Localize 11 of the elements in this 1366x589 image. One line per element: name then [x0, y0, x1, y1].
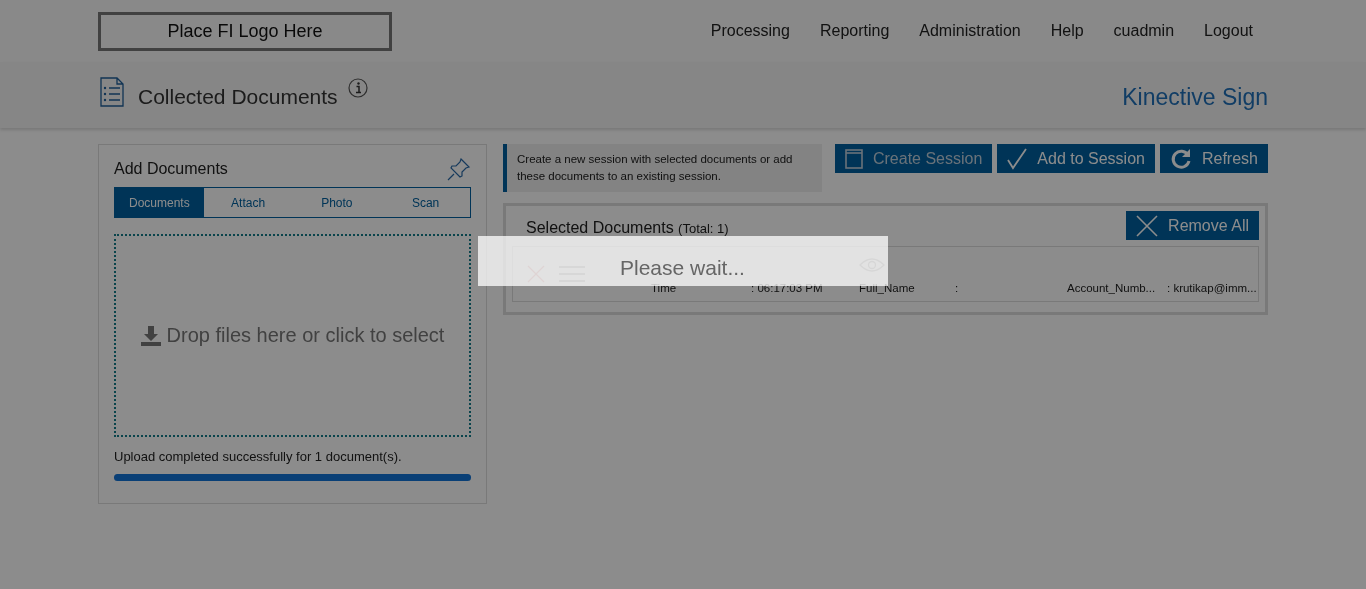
logo-placeholder-text: Place FI Logo Here [167, 20, 323, 42]
field-value: : krutikap@imm... [1167, 282, 1257, 294]
field-value: : [955, 282, 960, 294]
brand-name: Kinective Sign [1122, 83, 1268, 111]
panel-title: Add Documents [114, 160, 228, 178]
page-title: Collected Documents [138, 85, 338, 109]
field-label: Account_Numb... [1067, 282, 1157, 294]
hint-text: Create a new session with selected documents or add these documents to an existing session. [503, 144, 822, 192]
loading-dialog: Please wait... [478, 236, 888, 286]
section-title: Selected Documents (Total: 1) [526, 218, 729, 237]
upload-status: Upload completed successfully for 1 document(s). [114, 449, 403, 464]
